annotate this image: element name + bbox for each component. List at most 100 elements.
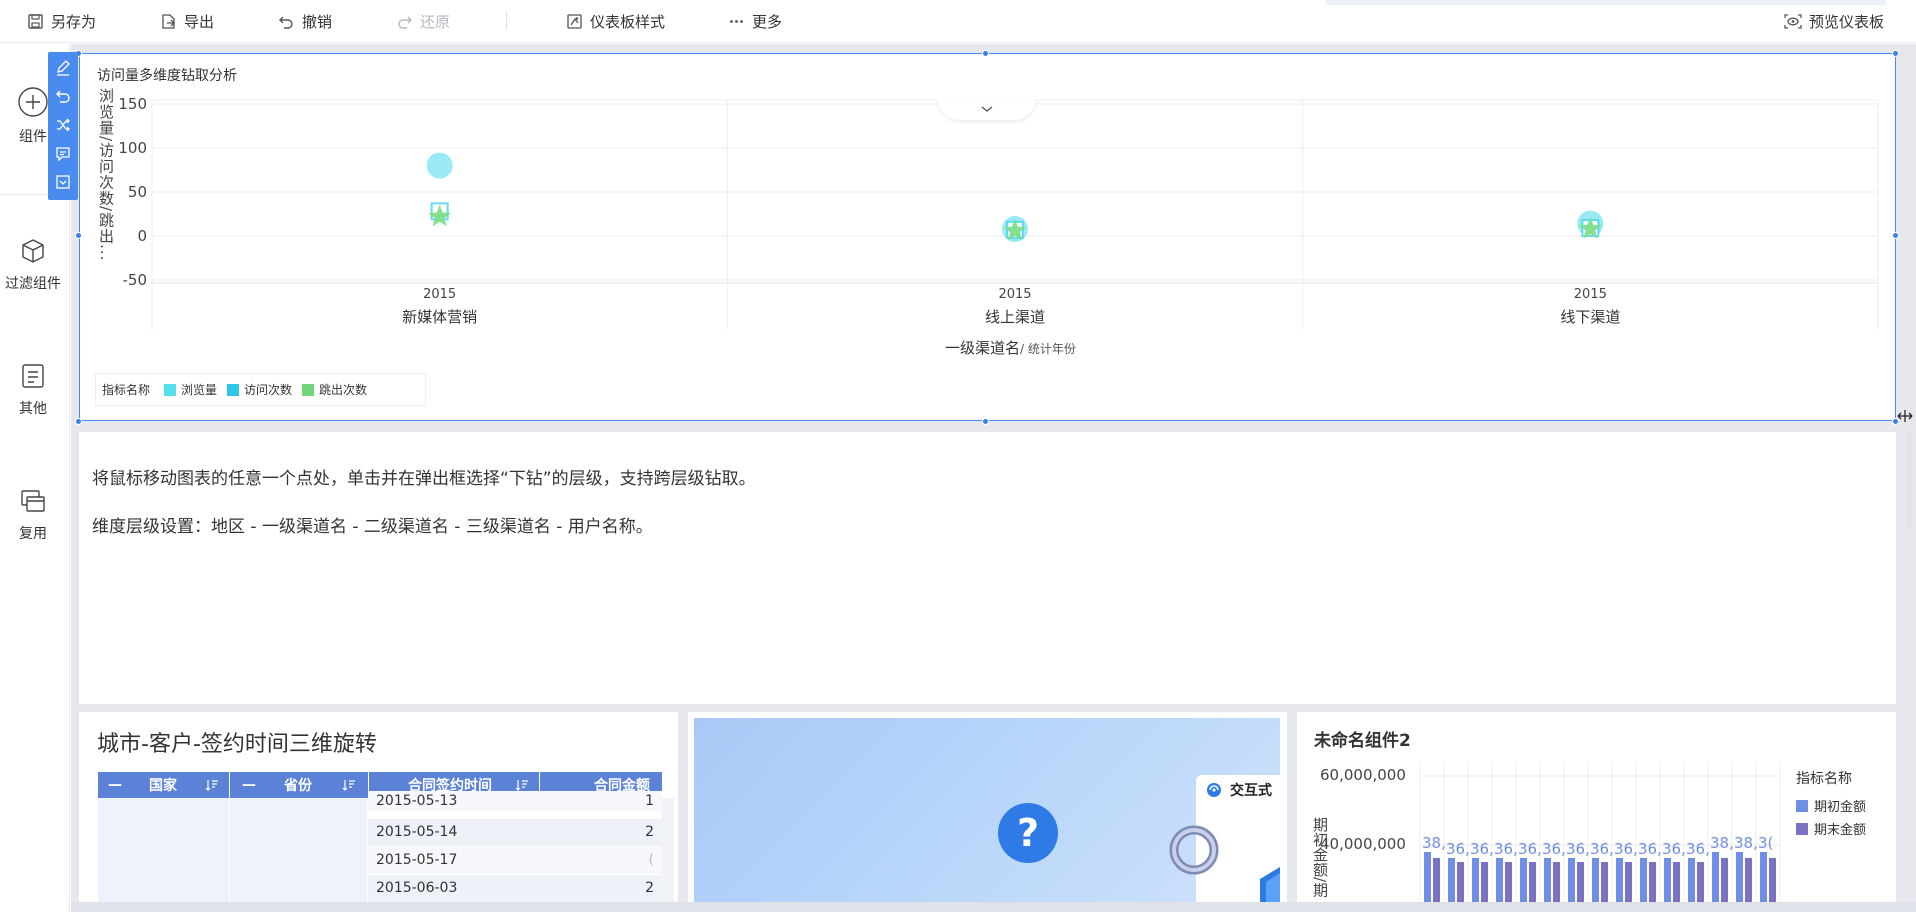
top-toolbar: 另存为 导出 撤销 还原 仪表板样式 更多 预览仪表板 xyxy=(0,0,1916,43)
table-scrollbar[interactable] xyxy=(662,798,674,904)
col-separator xyxy=(229,772,230,798)
sort-icon[interactable] xyxy=(342,778,356,792)
shuffle-button[interactable] xyxy=(52,114,74,136)
dropdown-menu-button[interactable] xyxy=(52,171,74,193)
horizontal-scrollbar[interactable] xyxy=(71,902,1916,912)
merged-country-cell xyxy=(98,798,229,904)
sidebar-label-other: 其他 xyxy=(19,401,47,417)
sort-icon[interactable] xyxy=(205,778,219,792)
collapse-toggle[interactable]: — xyxy=(242,772,256,798)
shuffle-icon xyxy=(57,118,70,132)
col-header-country: 国家 xyxy=(149,778,177,794)
export-icon xyxy=(162,13,175,29)
preview-dashboard-button[interactable]: 预览仪表板 xyxy=(1784,10,1884,32)
legend-title: 指标名称 xyxy=(102,383,151,397)
sort-icon[interactable] xyxy=(515,778,529,792)
resize-handle[interactable] xyxy=(1892,50,1899,57)
table-panel-title: 城市-客户-签约时间三维旋转 xyxy=(97,732,377,757)
export-button[interactable]: 导出 xyxy=(160,10,214,32)
document-icon xyxy=(22,364,44,388)
legend-swatch xyxy=(164,383,177,396)
sidebar-item-filter[interactable]: 过滤组件 xyxy=(0,237,66,293)
table-row[interactable]: 2015-06-03 2 xyxy=(368,875,662,903)
comment-button[interactable] xyxy=(52,143,74,165)
bar-chart-ylabel: 期初金额/期 xyxy=(1311,817,1329,898)
square-chevron-icon xyxy=(56,175,70,189)
chart-ylabel: 浏览量/访问次数/跳出... xyxy=(97,88,115,262)
preview-icon xyxy=(1784,13,1802,29)
preview-label: 预览仪表板 xyxy=(1809,12,1885,31)
resize-handle[interactable] xyxy=(75,232,82,239)
bar-ytick: 40,000,000 xyxy=(1320,835,1406,853)
chart-collapse-tab[interactable] xyxy=(938,98,1036,120)
more-button[interactable]: 更多 xyxy=(728,10,782,32)
undo-button[interactable]: 撤销 xyxy=(278,10,332,32)
logo-icon xyxy=(1207,783,1221,797)
legend-swatch xyxy=(1796,822,1808,835)
chart-undo-button[interactable] xyxy=(52,86,74,108)
redo-button[interactable]: 还原 xyxy=(396,10,450,32)
collapse-toggle[interactable]: — xyxy=(108,772,122,798)
chart-legend: 指标名称 浏览量 访问次数 跳出次数 xyxy=(95,373,426,406)
resize-handle[interactable] xyxy=(982,418,989,425)
vertical-scrollbar[interactable] xyxy=(1906,430,1912,530)
interactive-card-label: 交互式 xyxy=(1230,783,1272,799)
sidebar-item-reuse[interactable]: 复用 xyxy=(0,487,66,543)
save-as-button[interactable]: 另存为 xyxy=(27,10,96,32)
chart-title: 访问量多维度钻取分析 xyxy=(97,68,237,84)
ring-graphic-icon xyxy=(1169,825,1219,875)
resize-handle[interactable] xyxy=(982,50,989,57)
text-line-1: 将鼠标移动图表的任意一个点处，单击并在弹出框选择“下钻”的层级，支持跨层级钻取。 xyxy=(92,469,756,489)
toolbar-strip xyxy=(1326,0,1886,5)
legend-item-views[interactable]: 浏览量 xyxy=(164,381,217,398)
more-label: 更多 xyxy=(752,12,783,31)
legend-label: 期初金额 xyxy=(1814,800,1867,815)
bar-ytick: 60,000,000 xyxy=(1320,766,1406,784)
undo-label: 撤销 xyxy=(302,12,333,31)
edit-button[interactable] xyxy=(52,57,74,79)
legend-label: 跳出次数 xyxy=(319,383,368,397)
cell-date: 2015-05-14 xyxy=(376,824,458,840)
save-icon xyxy=(28,13,43,29)
resize-cursor-icon xyxy=(1897,410,1913,422)
resize-handle[interactable] xyxy=(75,418,82,425)
sidebar-label-components: 组件 xyxy=(19,129,47,145)
undo-icon xyxy=(56,90,70,104)
palette-icon xyxy=(567,13,582,29)
table-row[interactable]: 2015-05-13 1 xyxy=(368,791,662,812)
dashboard-style-label: 仪表板样式 xyxy=(590,12,666,31)
interactive-card[interactable]: 交互式 xyxy=(1169,775,1280,906)
bar-legend-item[interactable]: 期末金额 xyxy=(1796,819,1866,838)
more-icon xyxy=(730,19,743,23)
help-icon[interactable]: ? xyxy=(998,803,1058,863)
dashboard-style-button[interactable]: 仪表板样式 xyxy=(566,10,665,32)
chart-xlabel-sub: / 统计年份 xyxy=(1020,342,1076,356)
table-row[interactable]: 2015-05-14 2 xyxy=(368,819,662,847)
merged-province-cell xyxy=(230,798,367,904)
legend-item-bounces[interactable]: 跳出次数 xyxy=(302,381,367,398)
cube-icon xyxy=(22,239,44,263)
bar-chart-title: 未命名组件2 xyxy=(1314,731,1411,751)
resize-handle[interactable] xyxy=(1892,232,1899,239)
text-line-2: 维度层级设置：地区 - 一级渠道名 - 二级渠道名 - 三级渠道名 - 用户名称… xyxy=(92,517,653,537)
cube-graphic-icon xyxy=(1260,867,1280,906)
save-as-label: 另存为 xyxy=(51,12,97,31)
cell-amount: 2 xyxy=(645,824,654,840)
legend-label: 浏览量 xyxy=(181,383,218,397)
pencil-icon xyxy=(57,59,70,76)
legend-swatch xyxy=(227,383,240,396)
bar-legend-item[interactable]: 期初金额 xyxy=(1796,796,1866,815)
bar-legend-title: 指标名称 xyxy=(1796,771,1852,787)
cell-amount: ( xyxy=(648,852,654,868)
layers-icon xyxy=(21,490,45,512)
sidebar-item-other[interactable]: 其他 xyxy=(0,362,66,418)
cell-amount: 1 xyxy=(645,793,654,809)
legend-item-visits[interactable]: 访问次数 xyxy=(227,381,292,398)
table-row[interactable]: 2015-05-17 ( xyxy=(368,847,662,875)
cell-date: 2015-05-17 xyxy=(376,852,458,868)
toolbar-divider xyxy=(506,12,507,30)
chart-xlabel: 一级渠道名/ 统计年份 xyxy=(945,337,1076,358)
comment-icon xyxy=(56,146,70,162)
legend-swatch xyxy=(302,383,315,396)
col-header-province: 省份 xyxy=(284,778,312,794)
